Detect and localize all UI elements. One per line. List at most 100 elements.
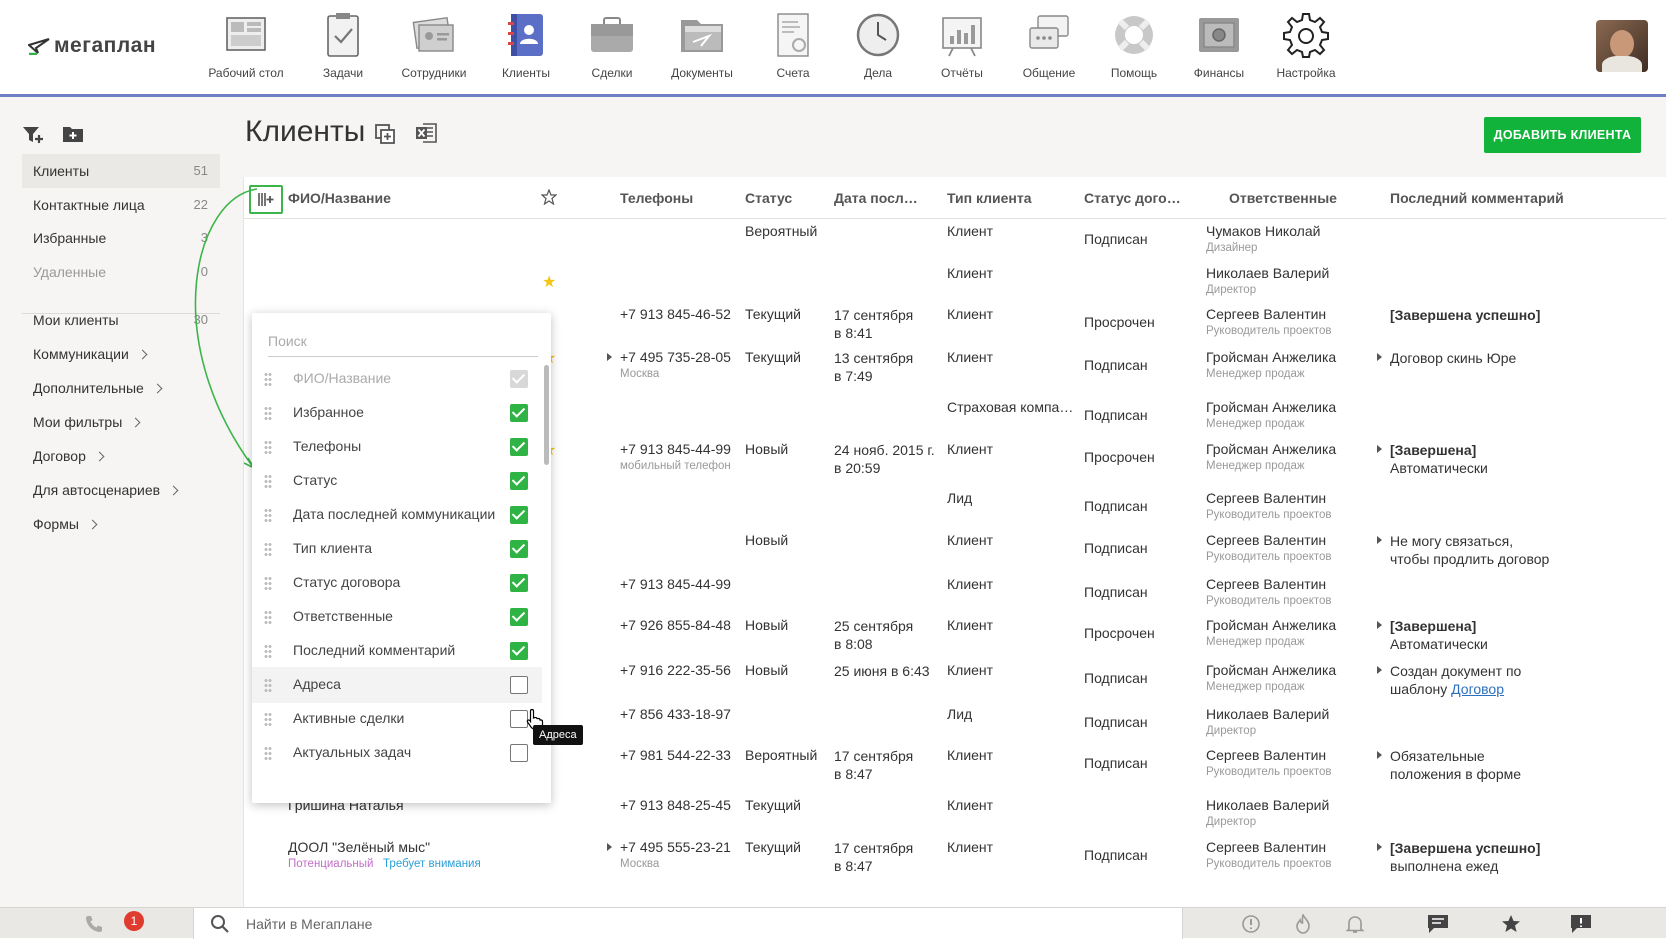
column-option[interactable]: ФИО/Название bbox=[252, 361, 542, 397]
expand-phones-icon[interactable] bbox=[607, 843, 612, 851]
column-option-checkbox[interactable] bbox=[510, 506, 528, 524]
sidebar-item[interactable]: Клиенты 51 bbox=[22, 154, 220, 188]
responsible-cell[interactable]: Николаев Валерий Директор bbox=[1206, 265, 1329, 296]
header-last-comment[interactable]: Последний комментарий bbox=[1390, 190, 1564, 206]
responsible-cell[interactable]: Николаев Валерий Директор bbox=[1206, 797, 1329, 828]
expand-comment-icon[interactable] bbox=[1377, 536, 1382, 544]
megaplan-logo[interactable]: мегаплан bbox=[28, 34, 156, 58]
phone-cell[interactable]: +7 981 544-22-33 bbox=[620, 747, 731, 763]
nav-item-reports[interactable]: Отчёты bbox=[917, 12, 1007, 80]
header-name[interactable]: ФИО/Название bbox=[288, 190, 391, 206]
add-client-button[interactable]: ДОБАВИТЬ КЛИЕНТА bbox=[1484, 117, 1641, 153]
column-option[interactable]: Статус договора bbox=[252, 565, 542, 601]
column-option[interactable]: Активные сделки bbox=[252, 701, 542, 737]
nav-item-deals[interactable]: Сделки bbox=[567, 12, 657, 80]
comment-link[interactable]: Договор bbox=[1451, 681, 1504, 697]
drag-handle-icon[interactable] bbox=[264, 576, 272, 590]
expand-comment-icon[interactable] bbox=[1377, 445, 1382, 453]
responsible-cell[interactable]: Гройсман Анжелика Менеджер продаж bbox=[1206, 349, 1336, 380]
column-option-checkbox[interactable] bbox=[510, 642, 528, 660]
messages-icon[interactable] bbox=[1427, 914, 1449, 934]
last-comment-cell[interactable]: [Завершена] Автоматически bbox=[1390, 441, 1488, 477]
header-client-type[interactable]: Тип клиента bbox=[947, 190, 1032, 206]
last-comment-cell[interactable]: Создан документ по шаблону Договор bbox=[1390, 662, 1521, 698]
column-option-checkbox[interactable] bbox=[510, 676, 528, 694]
column-option[interactable]: Избранное bbox=[252, 395, 542, 431]
drag-handle-icon[interactable] bbox=[264, 508, 272, 522]
header-contract-status[interactable]: Статус дого… bbox=[1084, 190, 1181, 206]
phone-cell[interactable]: +7 913 845-46-52 bbox=[620, 306, 731, 322]
expand-phones-icon[interactable] bbox=[607, 353, 612, 361]
missed-calls-badge[interactable]: 1 bbox=[124, 911, 144, 931]
nav-item-gear[interactable]: Настройка bbox=[1261, 12, 1351, 80]
last-comment-cell[interactable]: [Завершена успешно] выполнена ежед bbox=[1390, 839, 1540, 875]
expand-comment-icon[interactable] bbox=[1377, 843, 1382, 851]
column-option-checkbox[interactable] bbox=[510, 744, 528, 762]
responsible-cell[interactable]: Гройсман Анжелика Менеджер продаж bbox=[1206, 662, 1336, 693]
phone-cell[interactable]: +7 913 845-44-99 bbox=[620, 576, 731, 592]
header-last-communication[interactable]: Дата посл… bbox=[834, 190, 918, 206]
column-option-checkbox[interactable] bbox=[510, 404, 528, 422]
last-comment-cell[interactable]: [Завершена] Автоматически bbox=[1390, 617, 1488, 653]
nav-item-clock[interactable]: Дела bbox=[833, 12, 923, 80]
column-option[interactable]: Тип клиента bbox=[252, 531, 542, 567]
expand-comment-icon[interactable] bbox=[1377, 666, 1382, 674]
column-option[interactable]: Актуальных задач bbox=[252, 735, 542, 771]
nav-item-desktop[interactable]: Рабочий стол bbox=[201, 12, 291, 80]
column-option-checkbox[interactable] bbox=[510, 608, 528, 626]
nav-item-tasks[interactable]: Задачи bbox=[298, 12, 388, 80]
drag-handle-icon[interactable] bbox=[264, 406, 272, 420]
column-search-input[interactable]: Поиск bbox=[268, 329, 538, 357]
filter-add-icon[interactable] bbox=[22, 125, 44, 145]
column-option[interactable]: Ответственные bbox=[252, 599, 542, 635]
bell-icon[interactable] bbox=[1345, 914, 1365, 934]
sidebar-group[interactable]: Формы bbox=[22, 507, 220, 541]
alert-circle-icon[interactable] bbox=[1241, 914, 1261, 934]
column-option[interactable]: Дата последней коммуникации bbox=[252, 497, 542, 533]
phone-icon[interactable] bbox=[84, 914, 104, 934]
drag-handle-icon[interactable] bbox=[264, 372, 272, 386]
favorite-header-icon[interactable] bbox=[541, 189, 557, 205]
last-comment-cell[interactable]: Не могу связаться, чтобы продлить договор bbox=[1390, 532, 1549, 568]
phone-cell[interactable]: +7 495 735-28-05 Москва bbox=[620, 349, 731, 380]
last-comment-cell[interactable]: Договор скинь Юре bbox=[1390, 349, 1516, 367]
phone-cell[interactable]: +7 926 855-84-48 bbox=[620, 617, 731, 633]
header-status[interactable]: Статус bbox=[745, 190, 792, 206]
responsible-cell[interactable]: Сергеев Валентин Руководитель проектов bbox=[1206, 532, 1332, 563]
column-option[interactable]: Телефоны bbox=[252, 429, 542, 465]
last-comment-cell[interactable]: Обязательные положения в форме bbox=[1390, 747, 1521, 783]
folder-add-icon[interactable] bbox=[62, 125, 84, 143]
column-option-checkbox[interactable] bbox=[510, 540, 528, 558]
nav-item-safe[interactable]: Финансы bbox=[1174, 12, 1264, 80]
responsible-cell[interactable]: Гройсман Анжелика Менеджер продаж bbox=[1206, 617, 1336, 648]
drag-handle-icon[interactable] bbox=[264, 440, 272, 454]
column-option-checkbox[interactable] bbox=[510, 438, 528, 456]
column-option[interactable]: Адреса bbox=[252, 667, 542, 703]
header-phones[interactable]: Телефоны bbox=[620, 190, 693, 206]
nav-item-invoices[interactable]: Счета bbox=[748, 12, 838, 80]
responsible-cell[interactable]: Сергеев Валентин Руководитель проектов bbox=[1206, 576, 1332, 607]
drag-handle-icon[interactable] bbox=[264, 474, 272, 488]
phone-cell[interactable]: +7 856 433-18-97 bbox=[620, 706, 731, 722]
responsible-cell[interactable]: Сергеев Валентин Руководитель проектов bbox=[1206, 490, 1332, 521]
phone-cell[interactable]: +7 913 848-25-45 bbox=[620, 797, 731, 813]
phone-cell[interactable]: +7 916 222-35-56 bbox=[620, 662, 731, 678]
nav-item-clients[interactable]: Клиенты bbox=[481, 12, 571, 101]
phone-cell[interactable]: +7 495 555-23-21 Москва bbox=[620, 839, 731, 870]
drag-handle-icon[interactable] bbox=[264, 542, 272, 556]
copy-icon[interactable] bbox=[374, 123, 396, 145]
star-icon[interactable] bbox=[1501, 914, 1521, 934]
column-option[interactable]: Последний комментарий bbox=[252, 633, 542, 669]
column-option-checkbox[interactable] bbox=[510, 472, 528, 490]
column-option-checkbox[interactable] bbox=[510, 574, 528, 592]
responsible-cell[interactable]: Гройсман Анжелика Менеджер продаж bbox=[1206, 441, 1336, 472]
expand-comment-icon[interactable] bbox=[1377, 621, 1382, 629]
drag-handle-icon[interactable] bbox=[264, 610, 272, 624]
fire-icon[interactable] bbox=[1293, 914, 1313, 934]
last-comment-cell[interactable]: [Завершена успешно] bbox=[1390, 306, 1540, 324]
favorite-star-icon[interactable]: ★ bbox=[542, 272, 556, 292]
nav-item-documents[interactable]: Документы bbox=[657, 12, 747, 80]
feedback-icon[interactable] bbox=[1570, 914, 1592, 934]
nav-item-lifebuoy[interactable]: Помощь bbox=[1089, 12, 1179, 80]
drag-handle-icon[interactable] bbox=[264, 746, 272, 760]
